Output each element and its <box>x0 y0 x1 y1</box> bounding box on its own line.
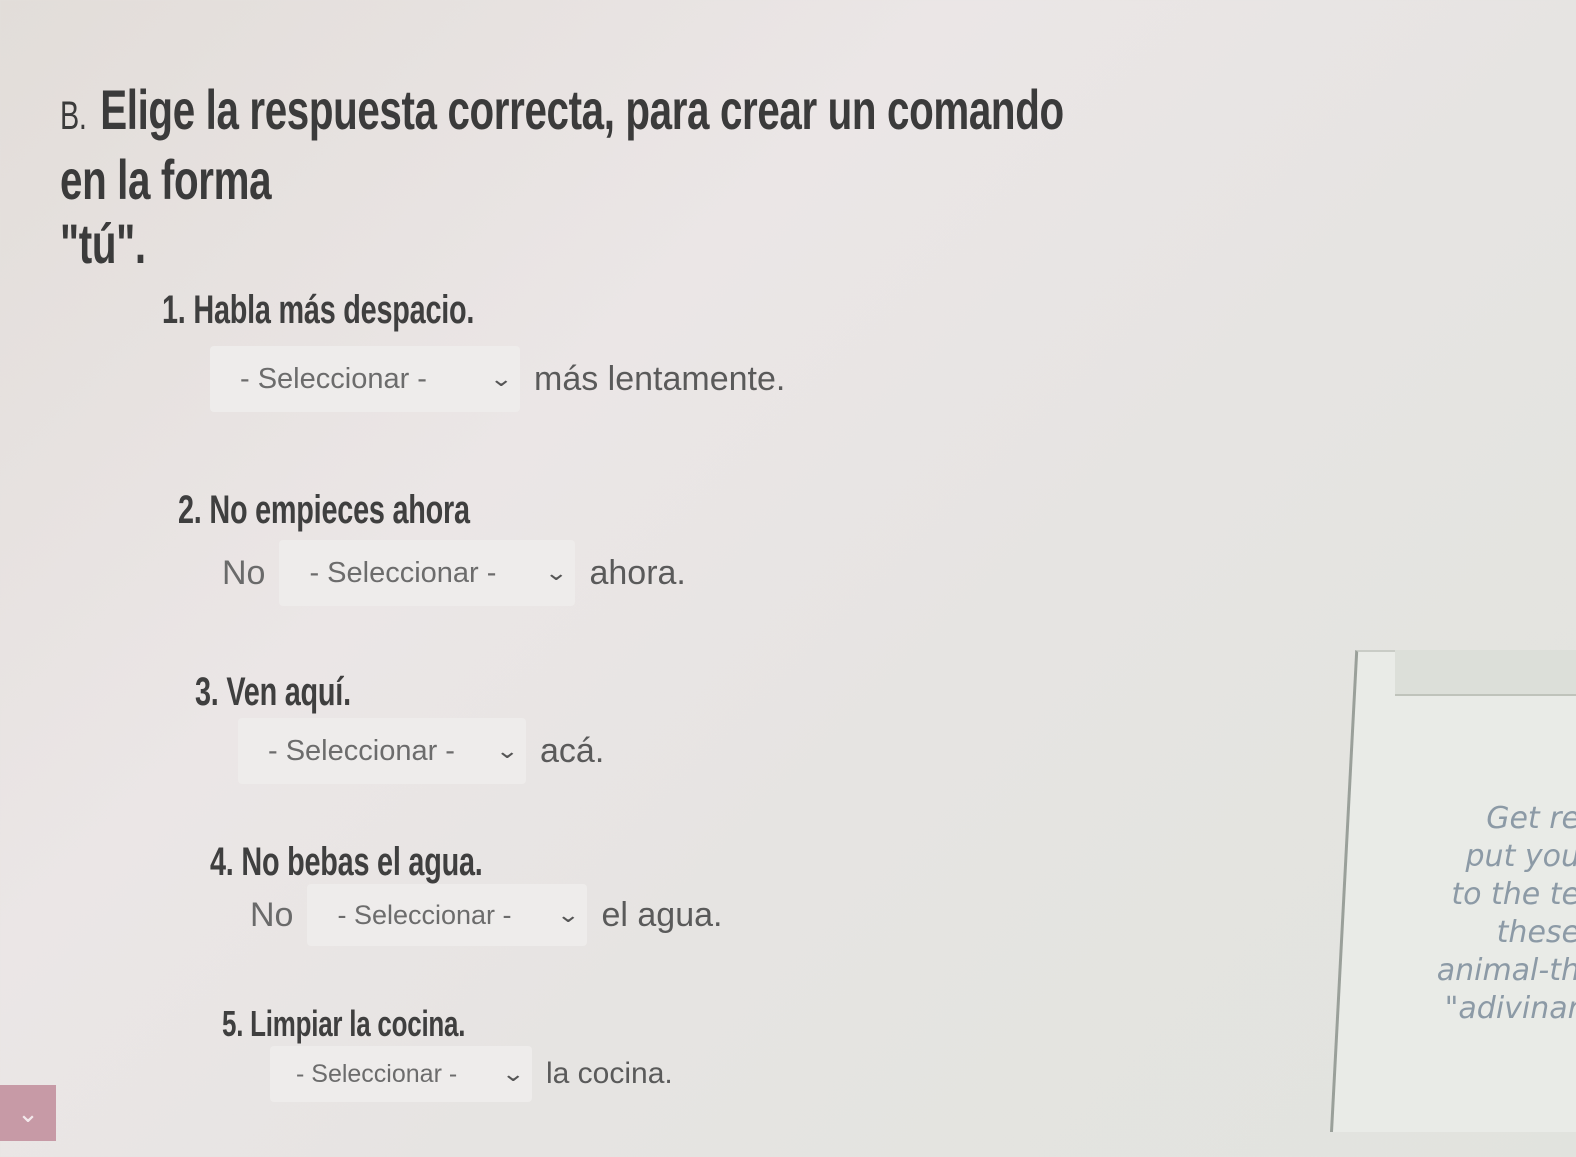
chevron-down-icon: ⌄ <box>556 902 581 927</box>
question-prompt: 3. Ven aquí. <box>195 670 351 714</box>
chevron-down-icon: ⌄ <box>494 738 519 763</box>
answer-suffix: el agua. <box>601 895 723 934</box>
answer-select-1[interactable]: - Seleccionar - ⌄ <box>210 346 520 412</box>
chevron-down-icon: ⌄ <box>17 1097 39 1128</box>
question-prompt: 2. No empieces ahora <box>178 488 470 532</box>
question-2: 2. No empieces ahora <box>178 488 583 533</box>
select-value: - Seleccionar - <box>309 556 497 589</box>
answer-row-5: - Seleccionar - ⌄ la cocina. <box>270 1046 673 1102</box>
chevron-down-icon: ⌄ <box>488 366 513 391</box>
question-prompt: 4. No bebas el agua. <box>210 840 483 884</box>
section-heading: B. Elige la respuesta correcta, para cre… <box>60 78 1082 276</box>
select-value: - Seleccionar - <box>268 734 455 767</box>
answer-suffix: la cocina. <box>546 1057 673 1090</box>
answer-suffix: más lentamente. <box>534 359 786 398</box>
answer-row-2: No - Seleccionar - ⌄ ahora. <box>222 540 686 606</box>
question-prompt: 1. Habla más despacio. <box>162 288 475 332</box>
chevron-down-icon: ⌄ <box>544 560 569 585</box>
select-value: - Seleccionar - <box>296 1059 458 1088</box>
answer-select-3[interactable]: - Seleccionar - ⌄ <box>238 718 526 784</box>
answer-select-2[interactable]: - Seleccionar - ⌄ <box>279 540 576 606</box>
side-panel-text: Get re put you to the te these animal-th… <box>1420 800 1576 1028</box>
side-panel-header <box>1395 650 1576 696</box>
side-text-line: Get re <box>1486 801 1576 836</box>
answer-select-4[interactable]: - Seleccionar - ⌄ <box>307 884 588 946</box>
section-title-line2: "tú". <box>60 212 146 275</box>
answer-prefix: No <box>222 553 266 592</box>
question-1: 1. Habla más despacio. <box>162 288 596 333</box>
answer-select-5[interactable]: - Seleccionar - ⌄ <box>270 1046 532 1102</box>
question-5: 5. Limpiar la cocina. <box>222 1003 560 1045</box>
side-text-line: to the te <box>1451 877 1576 912</box>
side-text-line: animal-th <box>1436 953 1576 988</box>
question-3: 3. Ven aquí. <box>195 670 411 715</box>
select-value: - Seleccionar - <box>240 362 427 395</box>
side-text-line: "adivinar <box>1444 991 1576 1026</box>
question-4: 4. No bebas el agua. <box>210 840 589 885</box>
section-letter: B. <box>60 94 87 138</box>
answer-row-3: - Seleccionar - ⌄ acá. <box>238 718 604 784</box>
answer-row-1: - Seleccionar - ⌄ más lentamente. <box>210 346 785 412</box>
side-text-line: put you <box>1465 839 1576 874</box>
chevron-down-icon: ⌄ <box>500 1061 525 1086</box>
question-prompt: 5. Limpiar la cocina. <box>222 1003 466 1044</box>
side-text-line: these <box>1496 915 1576 950</box>
answer-suffix: ahora. <box>589 553 686 592</box>
corner-toggle-button[interactable]: ⌄ <box>0 1085 56 1141</box>
select-value: - Seleccionar - <box>337 899 512 930</box>
answer-suffix: acá. <box>540 731 605 770</box>
answer-prefix: No <box>250 895 294 934</box>
section-title-line1: Elige la respuesta correcta, para crear … <box>60 78 1064 211</box>
answer-row-4: No - Seleccionar - ⌄ el agua. <box>250 884 722 946</box>
